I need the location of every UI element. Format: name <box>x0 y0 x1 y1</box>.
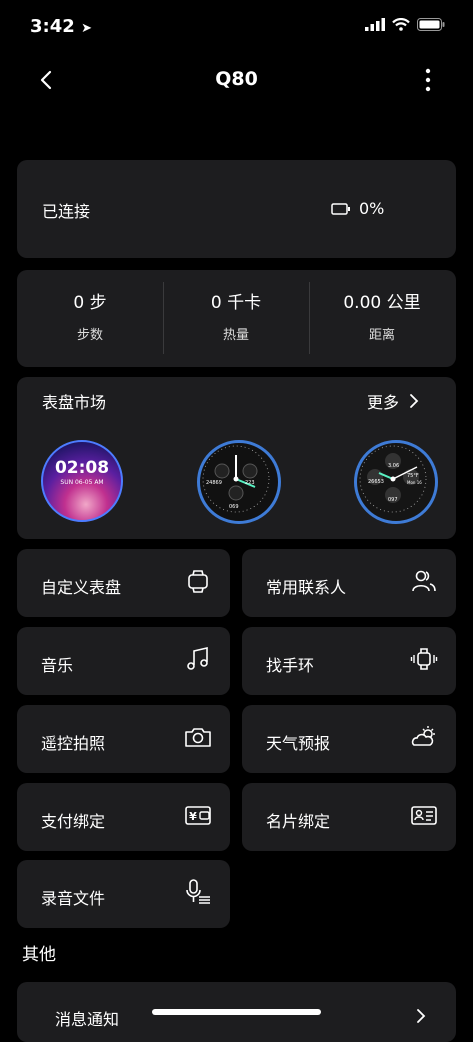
steps-value: 0 步 <box>73 293 107 313</box>
watch-face-market-card: 表盘市场 更多 02:08 SUN 06-05 AM 24869 223 069 <box>17 377 456 539</box>
contacts-icon <box>412 570 436 592</box>
weather-icon <box>411 726 435 746</box>
tile-recordings[interactable]: 录音文件 <box>17 860 230 928</box>
status-bar: 3:42 ➤ <box>0 0 473 56</box>
location-arrow-icon: ➤ <box>81 21 92 36</box>
distance-value: 0.00 公里 <box>343 293 421 313</box>
wallet-icon: ¥ <box>185 806 211 825</box>
cellular-signal-icon <box>365 18 385 31</box>
business-card-icon <box>411 806 437 825</box>
notification-label: 消息通知 <box>55 1010 120 1029</box>
music-note-icon <box>187 646 208 670</box>
tile-contacts[interactable]: 常用联系人 <box>242 549 456 617</box>
divider <box>309 282 310 354</box>
tile-label: 找手环 <box>266 656 315 675</box>
market-title: 表盘市场 <box>42 393 107 412</box>
face-day: Mon 16 <box>407 480 422 485</box>
other-section-title: 其他 <box>22 945 56 965</box>
face-steps: 26653 <box>368 479 384 485</box>
face-time: 02:08 <box>54 458 110 478</box>
device-battery-icon <box>331 202 350 215</box>
tile-card-binding[interactable]: 名片绑定 <box>242 783 456 851</box>
chevron-right-icon <box>417 1009 426 1023</box>
tile-label: 天气预报 <box>266 734 331 753</box>
watch-face-3[interactable]: 3.06 26653 75°F Mon 16 097 <box>354 440 438 524</box>
connection-status: 已连接 <box>42 202 91 221</box>
tile-label: 录音文件 <box>41 889 106 908</box>
tile-payment-binding[interactable]: 支付绑定 ¥ <box>17 783 230 851</box>
tile-label: 名片绑定 <box>266 812 331 831</box>
microphone-icon <box>186 879 210 904</box>
vibrate-watch-icon <box>410 648 438 670</box>
tile-music[interactable]: 音乐 <box>17 627 230 695</box>
steps-label: 步数 <box>76 328 103 343</box>
tile-label: 音乐 <box>41 656 74 675</box>
distance-label: 距离 <box>368 328 395 343</box>
status-icons <box>365 18 445 31</box>
tile-label: 自定义表盘 <box>41 578 122 597</box>
home-indicator[interactable] <box>152 1009 321 1015</box>
face-calories: 223 <box>245 480 255 486</box>
battery-percent: 0% <box>359 199 385 218</box>
vertical-dots-icon <box>425 68 431 92</box>
watch-face-2[interactable]: 24869 223 069 <box>197 440 281 524</box>
battery-status: 0% <box>331 199 384 218</box>
page-title: Q80 <box>215 68 258 90</box>
divider <box>163 282 164 354</box>
more-options-button[interactable] <box>418 66 438 96</box>
face-date: SUN 06-05 AM <box>60 479 104 486</box>
tile-label: 支付绑定 <box>41 812 106 831</box>
tile-find-band[interactable]: 找手环 <box>242 627 456 695</box>
tile-weather[interactable]: 天气预报 <box>242 705 456 773</box>
tile-label: 常用联系人 <box>266 578 347 597</box>
face-heart-rate: 069 <box>229 504 239 510</box>
chevron-right-icon <box>410 394 419 408</box>
more-label: 更多 <box>367 393 400 412</box>
battery-icon <box>417 18 445 31</box>
face-temperature: 75°F <box>407 473 419 479</box>
face-distance: 3.06 <box>388 463 400 469</box>
stats-card: 0 步 步数 0 千卡 热量 0.00 公里 距离 <box>17 270 456 367</box>
market-more-link[interactable]: 更多 <box>367 389 419 413</box>
svg-text:¥: ¥ <box>189 810 197 823</box>
camera-icon <box>185 728 211 747</box>
tile-remote-camera[interactable]: 遥控拍照 <box>17 705 230 773</box>
calories-label: 热量 <box>222 328 249 343</box>
face-heart-rate: 097 <box>388 497 398 503</box>
status-time: 3:42 ➤ <box>30 16 92 37</box>
face-steps: 24869 <box>206 480 222 486</box>
watch-face-1[interactable]: 02:08 SUN 06-05 AM <box>41 440 123 522</box>
wifi-icon <box>392 18 410 31</box>
watch-face-icon <box>188 570 208 593</box>
calories-value: 0 千卡 <box>210 293 262 313</box>
tile-custom-watch-face[interactable]: 自定义表盘 <box>17 549 230 617</box>
tile-label: 遥控拍照 <box>41 734 106 753</box>
connection-card[interactable]: 已连接 0% <box>17 160 456 258</box>
